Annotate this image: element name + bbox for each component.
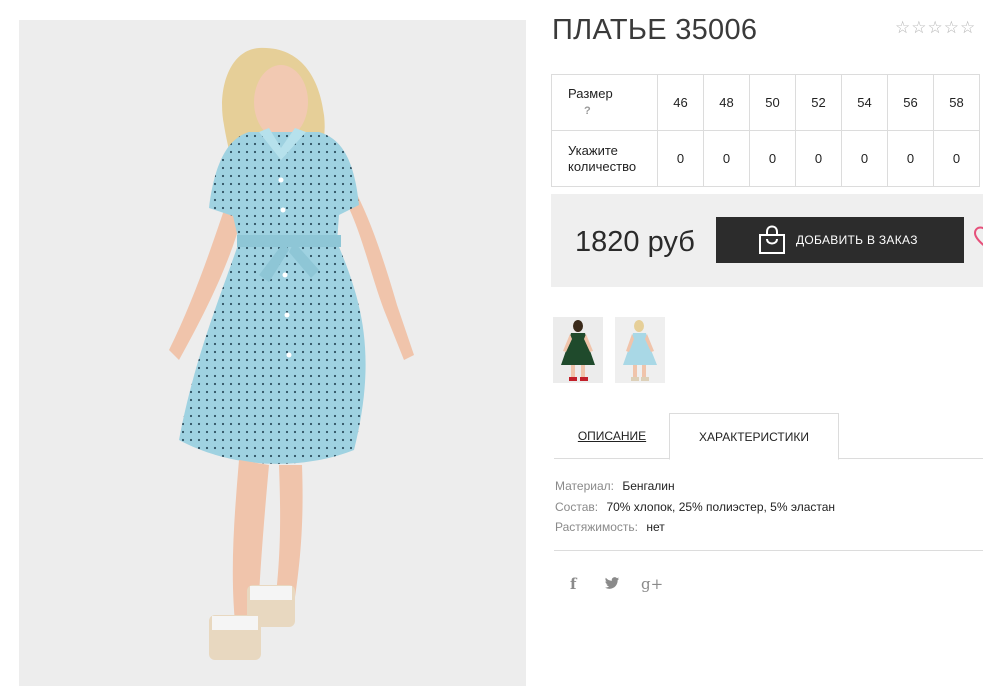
- size-label: Размер: [568, 86, 613, 101]
- heart-icon[interactable]: [973, 226, 983, 250]
- blue-dress-thumbnail-image: [615, 317, 665, 383]
- quantity-input[interactable]: 0: [749, 130, 796, 187]
- product-specs: Материал: Бенгалин Состав: 70% хлопок, 2…: [555, 476, 835, 538]
- quantity-input[interactable]: 0: [887, 130, 934, 187]
- size-cell: 56: [887, 74, 934, 131]
- spec-row-stretch: Растяжимость: нет: [555, 517, 835, 538]
- rating-stars: ☆ ☆ ☆ ☆ ☆: [895, 20, 975, 37]
- quantity-input[interactable]: 0: [703, 130, 750, 187]
- size-help-icon[interactable]: ?: [584, 103, 657, 119]
- size-cell: 50: [749, 74, 796, 131]
- product-main-image[interactable]: [19, 20, 526, 686]
- size-row-header: Размер ?: [551, 74, 658, 131]
- tab-characteristics[interactable]: ХАРАКТЕРИСТИКИ: [669, 413, 839, 460]
- spec-key: Материал:: [555, 479, 614, 493]
- thumbnail-green-dress[interactable]: [553, 317, 603, 383]
- price: 1820 руб: [575, 226, 695, 258]
- size-cell: 46: [657, 74, 704, 131]
- spec-row-composition: Состав: 70% хлопок, 25% полиэстер, 5% эл…: [555, 497, 835, 518]
- rating-star-5-icon[interactable]: ☆: [960, 20, 975, 37]
- quantity-input[interactable]: 0: [657, 130, 704, 187]
- quantity-label: Укажите количество: [551, 130, 658, 187]
- divider: [554, 550, 983, 551]
- product-title: ПЛАТЬЕ 35006: [552, 14, 758, 46]
- green-dress-thumbnail-image: [553, 317, 603, 383]
- spec-key: Растяжимость:: [555, 520, 639, 534]
- size-cell: 54: [841, 74, 888, 131]
- size-cell: 48: [703, 74, 750, 131]
- add-to-order-label: ДОБАВИТЬ В ЗАКАЗ: [796, 233, 918, 247]
- quantity-input[interactable]: 0: [933, 130, 980, 187]
- rating-star-2-icon[interactable]: ☆: [911, 20, 926, 37]
- size-cell: 52: [795, 74, 842, 131]
- size-cell: 58: [933, 74, 980, 131]
- dress-model-photo: [19, 20, 526, 686]
- googleplus-icon[interactable]: g+: [641, 575, 663, 593]
- rating-star-4-icon[interactable]: ☆: [944, 20, 959, 37]
- facebook-icon[interactable]: f: [570, 575, 576, 593]
- spec-row-material: Материал: Бенгалин: [555, 476, 835, 497]
- spec-value: 70% хлопок, 25% полиэстер, 5% эластан: [606, 499, 836, 514]
- add-to-order-button[interactable]: ДОБАВИТЬ В ЗАКАЗ: [716, 217, 964, 263]
- size-row: Размер ? 46 48 50 52 54 56 58: [551, 74, 980, 131]
- spec-value: Бенгалин: [622, 479, 675, 493]
- shopping-bag-icon: [759, 225, 785, 254]
- rating-star-3-icon[interactable]: ☆: [928, 20, 943, 37]
- quantity-input[interactable]: 0: [795, 130, 842, 187]
- quantity-row: Укажите количество 0 0 0 0 0 0 0: [551, 130, 980, 187]
- quantity-input[interactable]: 0: [841, 130, 888, 187]
- spec-value: нет: [646, 520, 665, 534]
- rating-star-1-icon[interactable]: ☆: [895, 20, 910, 37]
- tab-description[interactable]: ОПИСАНИЕ: [554, 413, 670, 459]
- product-tabs: ОПИСАНИЕ ХАРАКТЕРИСТИКИ: [554, 413, 983, 460]
- size-quantity-table: Размер ? 46 48 50 52 54 56 58 Укажите ко…: [551, 74, 980, 187]
- thumbnail-blue-dress[interactable]: [615, 317, 665, 383]
- twitter-icon[interactable]: [604, 577, 620, 590]
- buy-box: 1820 руб ДОБАВИТЬ В ЗАКАЗ: [551, 194, 983, 287]
- spec-key: Состав:: [555, 499, 599, 514]
